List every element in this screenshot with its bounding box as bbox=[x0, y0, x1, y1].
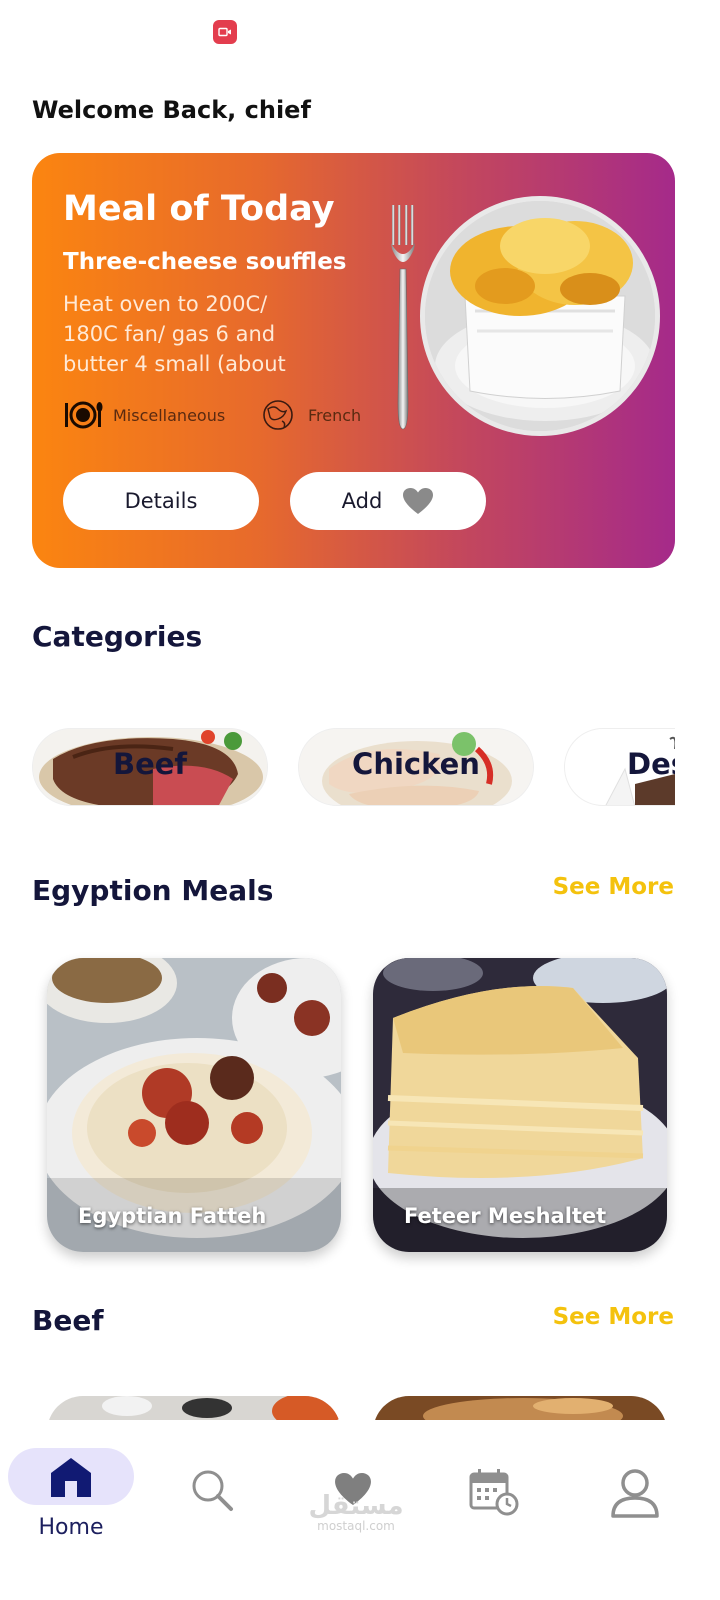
nav-home[interactable]: Home bbox=[8, 1448, 134, 1540]
fork-icon bbox=[391, 205, 415, 430]
details-label: Details bbox=[124, 489, 198, 513]
area-meta: French bbox=[258, 397, 361, 433]
add-label: Add bbox=[341, 489, 383, 513]
beef-section-title: Beef bbox=[32, 1304, 104, 1337]
category-label: Miscellaneous bbox=[113, 405, 226, 425]
beef-see-more-link[interactable]: See More bbox=[553, 1304, 674, 1330]
heart-icon bbox=[403, 488, 434, 514]
category-label: Chicken bbox=[352, 747, 480, 781]
screen-record-indicator bbox=[213, 20, 237, 44]
meal-card[interactable]: Feteer Meshaltet bbox=[373, 958, 667, 1252]
meal-name: Egyptian Fatteh bbox=[78, 1204, 267, 1228]
categories-list: Beef Chicken Des bbox=[32, 728, 675, 806]
video-camera-icon bbox=[218, 27, 231, 37]
details-button[interactable]: Details bbox=[63, 472, 259, 530]
category-chip-beef[interactable]: Beef bbox=[32, 728, 268, 806]
description-line: butter 4 small (about bbox=[63, 352, 286, 376]
home-icon bbox=[51, 1457, 91, 1497]
welcome-text: Welcome Back, chief bbox=[32, 96, 311, 124]
categories-title: Categories bbox=[32, 620, 203, 653]
calendar-icon[interactable] bbox=[469, 1468, 519, 1516]
category-chip-chicken[interactable]: Chicken bbox=[298, 728, 534, 806]
category-meta: Miscellaneous bbox=[63, 397, 225, 433]
category-label: Des bbox=[627, 747, 675, 781]
egyptian-meals-title: Egyption Meals bbox=[32, 874, 274, 907]
search-icon[interactable] bbox=[190, 1468, 234, 1512]
hero-title: Meal of Today bbox=[63, 189, 335, 229]
add-favorite-button[interactable]: Add bbox=[290, 472, 486, 530]
watermark-latin: mostaql.com bbox=[317, 1519, 395, 1533]
area-label: French bbox=[308, 405, 362, 425]
nav-home-pill bbox=[8, 1448, 134, 1505]
nav-home-label: Home bbox=[38, 1515, 104, 1540]
meal-description: Heat oven to 200C/ 180C fan/ gas 6 and b… bbox=[63, 289, 363, 379]
meal-name: Feteer Meshaltet bbox=[404, 1204, 607, 1228]
meal-name: Three-cheese souffles bbox=[63, 249, 347, 275]
category-chip-dessert[interactable]: Des bbox=[564, 728, 675, 806]
meal-of-today-card[interactable]: Meal of Today Three-cheese souffles Heat… bbox=[32, 153, 675, 568]
meal-image bbox=[420, 196, 660, 436]
description-line: Heat oven to 200C/ bbox=[63, 292, 268, 316]
watermark-arabic: مستقل bbox=[308, 1491, 404, 1521]
plate-cutlery-icon bbox=[65, 401, 103, 429]
category-label: Beef bbox=[112, 747, 188, 781]
globe-icon bbox=[263, 400, 293, 430]
profile-icon[interactable] bbox=[610, 1468, 660, 1518]
description-line: 180C fan/ gas 6 and bbox=[63, 322, 276, 346]
watermark-logo: مستقل mostaql.com bbox=[306, 1493, 406, 1533]
egyptian-see-more-link[interactable]: See More bbox=[553, 874, 674, 900]
meal-card[interactable]: Egyptian Fatteh bbox=[47, 958, 341, 1252]
